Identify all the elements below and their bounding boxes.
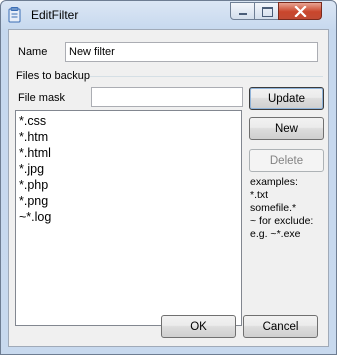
list-item[interactable]: *.css bbox=[19, 113, 241, 129]
name-field[interactable]: New filter bbox=[65, 42, 318, 62]
list-item[interactable]: *.php bbox=[19, 177, 241, 193]
list-item[interactable]: *.jpg bbox=[19, 161, 241, 177]
new-button[interactable]: New bbox=[249, 117, 324, 140]
delete-button[interactable]: Delete bbox=[249, 149, 324, 172]
close-icon bbox=[294, 6, 307, 17]
ok-button[interactable]: OK bbox=[161, 315, 236, 338]
files-to-backup-label: Files to backup bbox=[16, 70, 90, 82]
hint-line: *.txt bbox=[250, 189, 269, 201]
file-mask-label: File mask bbox=[18, 92, 66, 104]
group-divider bbox=[90, 76, 323, 77]
list-item[interactable]: *.htm bbox=[19, 129, 241, 145]
list-item[interactable]: ~*.log bbox=[19, 209, 241, 225]
app-icon bbox=[8, 7, 22, 23]
list-item[interactable]: *.png bbox=[19, 193, 241, 209]
list-item[interactable]: *.html bbox=[19, 145, 241, 161]
name-label: Name bbox=[18, 46, 48, 58]
hint-line: examples: bbox=[250, 176, 298, 188]
minimize-button[interactable] bbox=[230, 2, 255, 20]
file-mask-list[interactable]: *.css *.htm *.html *.jpg *.php *.png ~*.… bbox=[15, 110, 242, 326]
window-title: EditFilter bbox=[31, 8, 79, 22]
title-bar[interactable]: EditFilter bbox=[1, 1, 336, 29]
cancel-button[interactable]: Cancel bbox=[243, 315, 318, 338]
hint-line: ~ for exclude: bbox=[250, 215, 314, 227]
update-button[interactable]: Update bbox=[249, 87, 324, 110]
hint-line: e.g. ~*.exe bbox=[250, 228, 301, 240]
file-mask-field[interactable] bbox=[91, 87, 243, 107]
edit-filter-window: EditFilter Name New filter Files to back… bbox=[0, 0, 337, 355]
close-button[interactable] bbox=[278, 2, 322, 20]
hint-line: somefile.* bbox=[250, 202, 297, 214]
dialog-body: Name New filter Files to backup File mas… bbox=[8, 29, 329, 347]
maximize-button[interactable] bbox=[254, 2, 279, 20]
examples-hint: examples: *.txt somefile.* ~ for exclude… bbox=[250, 176, 313, 241]
